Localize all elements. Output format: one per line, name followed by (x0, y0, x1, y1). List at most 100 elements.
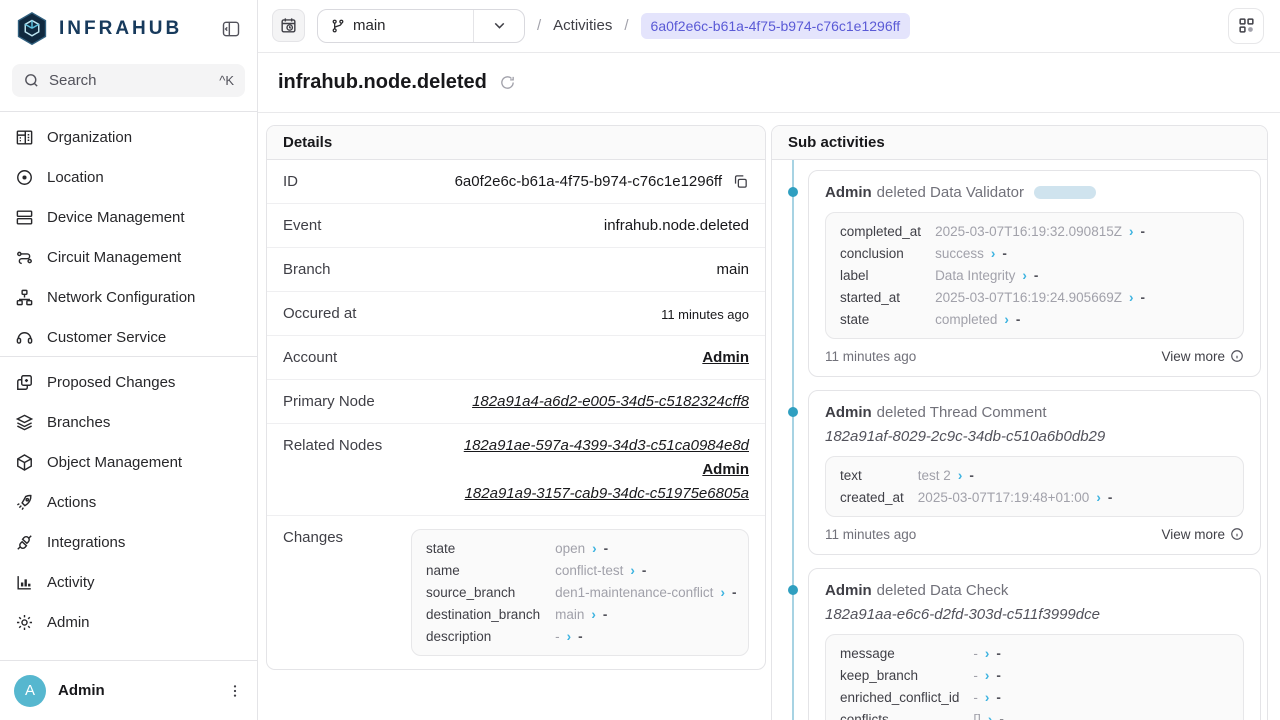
detail-occured-value: 11 minutes ago (661, 305, 749, 322)
change-key: source_branch (426, 584, 540, 601)
attribute-value: 2025-03-07T17:19:48+01:00›- (918, 489, 1229, 506)
branch-dropdown-toggle[interactable] (474, 17, 524, 34)
user-menu-button[interactable] (227, 683, 243, 699)
activity-timeline: Admin deleted Data Validator completed_a… (772, 160, 1267, 720)
schema-graph-icon (1237, 16, 1256, 35)
activity-card: Admin deleted Data Check 182a91aa-e6c6-d… (808, 568, 1261, 720)
activity-actor: Admin (825, 404, 872, 421)
detail-row-branch: Branch main (267, 248, 765, 292)
activity-time: 11 minutes ago (825, 527, 916, 542)
related-node-link[interactable]: 182a91ae-597a-4399-34d3-c51ca0984e8d (464, 437, 749, 454)
activity-card: Admin deleted Data Validator completed_a… (808, 170, 1261, 377)
sidebar-menu-primary: Organization Location Device Management … (0, 112, 257, 356)
chevron-right-icon: › (1129, 290, 1134, 305)
details-panel: Details ID 6a0f2e6c-b61a-4f75-b974-c76c1… (266, 125, 766, 670)
page-title: infrahub.node.deleted (278, 71, 487, 94)
sidebar-item-proposed-changes[interactable]: Proposed Changes (0, 362, 257, 402)
activity-time: 11 minutes ago (825, 349, 916, 364)
detail-row-primary-node: Primary Node 182a91a4-a6d2-e005-34d5-c51… (267, 380, 765, 424)
attribute-key: conclusion (840, 245, 921, 262)
sidebar-item-organization[interactable]: Organization (0, 117, 257, 157)
sidebar-item-label: Network Configuration (47, 289, 195, 306)
gear-icon (15, 613, 34, 632)
logo-text: INFRAHUB (59, 18, 182, 40)
sidebar-item-admin[interactable]: Admin (0, 602, 257, 642)
refresh-button[interactable] (499, 74, 516, 91)
chevron-down-icon (491, 17, 508, 34)
change-key: destination_branch (426, 606, 540, 623)
date-time-button[interactable] (272, 9, 305, 42)
sidebar-item-label: Organization (47, 129, 132, 146)
attribute-key: enriched_conflict_id (840, 689, 959, 706)
user-row: A Admin (0, 660, 257, 720)
attribute-key: keep_branch (840, 667, 959, 684)
attribute-key: completed_at (840, 223, 921, 240)
infrahub-logo[interactable]: INFRAHUB (14, 11, 182, 47)
activity-node-id: 182a91aa-e6c6-d2fd-303d-c511f3999dce (825, 606, 1244, 623)
sidebar-item-branches[interactable]: Branches (0, 402, 257, 442)
attribute-value: -›- (973, 689, 1229, 706)
activity-node-id: 182a91af-8029-2c9c-34db-c510a6b0db29 (825, 428, 1244, 445)
sidebar-item-network-configuration[interactable]: Network Configuration (0, 277, 257, 317)
chevron-right-icon: › (630, 563, 635, 578)
kebab-menu-icon (227, 683, 243, 699)
branch-name: main (353, 17, 386, 34)
detail-row-changes: Changes state open›- name conflict-test›… (267, 516, 765, 669)
breadcrumb-activities-link[interactable]: Activities (553, 17, 612, 34)
breadcrumb-activity-id[interactable]: 6a0f2e6c-b61a-4f75-b974-c76c1e1296ff (641, 13, 911, 39)
hierarchy-icon (15, 288, 34, 307)
changes-box: state open›- name conflict-test›- source… (411, 529, 749, 656)
account-link[interactable]: Admin (702, 349, 749, 366)
detail-event-value: infrahub.node.deleted (604, 217, 749, 234)
chevron-right-icon: › (567, 629, 572, 644)
plug-icon (15, 533, 34, 552)
sidebar-item-device-management[interactable]: Device Management (0, 197, 257, 237)
diff-copy-icon (15, 373, 34, 392)
change-value: main›- (555, 606, 736, 623)
sub-activities-title: Sub activities (772, 126, 1267, 160)
git-branch-icon (330, 18, 346, 34)
chevron-right-icon: › (592, 541, 597, 556)
activity-card-title: Admin deleted Thread Comment (825, 404, 1244, 421)
change-value: conflict-test›- (555, 562, 736, 579)
branch-selector[interactable]: main (317, 9, 525, 43)
sidebar-item-activity[interactable]: Activity (0, 562, 257, 602)
collapse-panel-icon (221, 19, 241, 39)
related-account-link[interactable]: Admin (702, 461, 749, 478)
change-key: name (426, 562, 540, 579)
sidebar-item-label: Object Management (47, 454, 182, 471)
activity-attributes-box: text test 2›- created_at 2025-03-07T17:1… (825, 456, 1244, 517)
schema-button[interactable] (1228, 8, 1264, 44)
related-node-link[interactable]: 182a91a9-3157-cab9-34dc-c51975e6805a (465, 485, 749, 502)
info-icon (1230, 527, 1244, 541)
attribute-key: text (840, 467, 904, 484)
activity-action: deleted Data Check (877, 582, 1009, 599)
sidebar-item-integrations[interactable]: Integrations (0, 522, 257, 562)
view-more-link[interactable]: View more (1161, 349, 1244, 364)
primary-node-link[interactable]: 182a91a4-a6d2-e005-34d5-c5182324cff8 (472, 393, 749, 410)
sidebar-menu-secondary: Proposed Changes Branches Object Managem… (0, 357, 257, 647)
sidebar-item-circuit-management[interactable]: Circuit Management (0, 237, 257, 277)
page-title-row: infrahub.node.deleted (258, 53, 1280, 113)
avatar[interactable]: A (14, 675, 46, 707)
sidebar-item-location[interactable]: Location (0, 157, 257, 197)
attribute-value: -›- (973, 645, 1229, 662)
bar-chart-icon (15, 573, 34, 592)
attribute-key: started_at (840, 289, 921, 306)
details-panel-title: Details (267, 126, 765, 160)
chevron-right-icon: › (988, 712, 993, 720)
copy-id-button[interactable] (732, 173, 749, 190)
headset-icon (15, 328, 34, 347)
server-icon (15, 208, 34, 227)
sidebar-item-customer-service[interactable]: Customer Service (0, 317, 257, 356)
collapse-sidebar-button[interactable] (221, 19, 241, 39)
attribute-key: message (840, 645, 959, 662)
breadcrumb-separator: / (537, 17, 541, 34)
detail-row-id: ID 6a0f2e6c-b61a-4f75-b974-c76c1e1296ff (267, 160, 765, 204)
search-shortcut: ^K (219, 73, 234, 88)
search-input[interactable]: Search ^K (12, 64, 245, 97)
sidebar-item-object-management[interactable]: Object Management (0, 442, 257, 482)
sidebar-item-actions[interactable]: Actions (0, 482, 257, 522)
view-more-link[interactable]: View more (1161, 527, 1244, 542)
sidebar-item-label: Proposed Changes (47, 374, 175, 391)
